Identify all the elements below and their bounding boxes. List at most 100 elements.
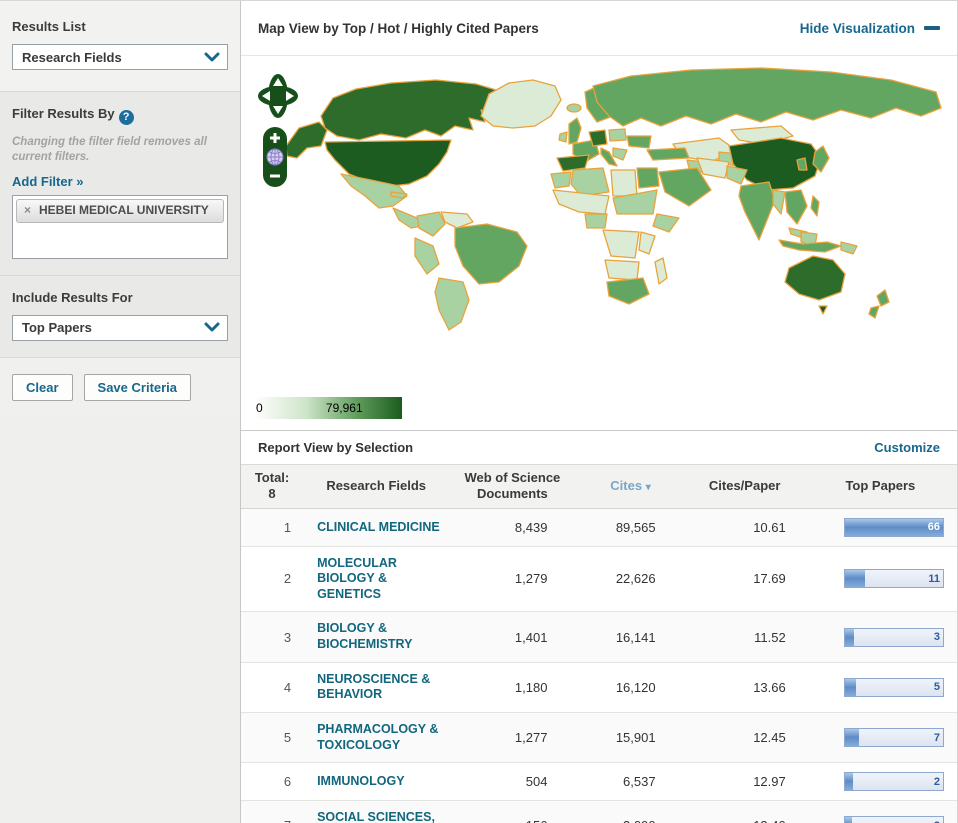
save-criteria-button[interactable]: Save Criteria bbox=[84, 374, 192, 401]
country-algeria bbox=[571, 168, 609, 196]
field-cell: NEUROSCIENCE & BEHAVIOR bbox=[303, 662, 449, 712]
table-row: 3BIOLOGY & BIOCHEMISTRY1,40116,14111.523 bbox=[241, 612, 957, 662]
column-top-papers[interactable]: Top Papers bbox=[804, 465, 957, 509]
country-egypt bbox=[637, 168, 659, 188]
country-ukraine bbox=[627, 136, 651, 148]
top-papers-value: 11 bbox=[928, 573, 940, 585]
filter-label: Filter Results By bbox=[12, 106, 115, 121]
top-papers-bar[interactable]: 11 bbox=[844, 569, 944, 588]
filter-tag[interactable]: × HEBEI MEDICAL UNIVERSITY bbox=[16, 199, 224, 224]
country-south-africa bbox=[607, 278, 649, 304]
country-new-zealand-south bbox=[869, 306, 879, 318]
clear-button[interactable]: Clear bbox=[12, 374, 73, 401]
research-field-link[interactable]: NEUROSCIENCE & BEHAVIOR bbox=[317, 672, 445, 703]
documents-value: 504 bbox=[449, 763, 575, 801]
filter-note: Changing the filter field removes all cu… bbox=[12, 135, 228, 165]
research-field-link[interactable]: SOCIAL SCIENCES, GENERAL bbox=[317, 810, 445, 823]
top-papers-bar-fill bbox=[845, 773, 853, 790]
chevron-down-icon bbox=[204, 322, 220, 333]
map-pan-control[interactable] bbox=[257, 72, 299, 120]
cites-per-paper-value: 12.97 bbox=[686, 763, 804, 801]
table-row: 1CLINICAL MEDICINE8,43989,56510.6166 bbox=[241, 508, 957, 546]
country-alaska bbox=[286, 122, 327, 158]
region-southern-africa bbox=[605, 260, 639, 280]
results-list-dropdown[interactable]: Research Fields bbox=[12, 44, 228, 70]
report-table-body: 1CLINICAL MEDICINE8,43989,56510.61662MOL… bbox=[241, 508, 957, 823]
choropleth-map bbox=[241, 56, 951, 430]
top-papers-bar-fill bbox=[845, 729, 859, 746]
top-papers-bar[interactable]: 2 bbox=[844, 816, 944, 823]
map-view-title: Map View by Top / Hot / Highly Cited Pap… bbox=[258, 21, 539, 36]
hide-visualization-link[interactable]: Hide Visualization bbox=[800, 21, 940, 36]
top-papers-cell: 66 bbox=[804, 508, 957, 546]
map-header: Map View by Top / Hot / Highly Cited Pap… bbox=[241, 1, 957, 56]
table-row: 4NEUROSCIENCE & BEHAVIOR1,18016,12013.66… bbox=[241, 662, 957, 712]
results-list-value: Research Fields bbox=[22, 50, 122, 65]
sort-descending-icon: ▾ bbox=[646, 482, 651, 493]
country-china bbox=[729, 138, 821, 190]
top-papers-value: 66 bbox=[928, 521, 940, 533]
report-view-title: Report View by Selection bbox=[258, 440, 413, 455]
top-papers-value: 7 bbox=[934, 732, 940, 744]
help-icon[interactable]: ? bbox=[119, 110, 134, 125]
results-list-section: Results List Research Fields bbox=[0, 1, 240, 91]
field-cell: IMMUNOLOGY bbox=[303, 763, 449, 801]
esi-app: Results List Research Fields Filter Resu… bbox=[0, 0, 958, 823]
documents-value: 8,439 bbox=[449, 508, 575, 546]
top-papers-bar[interactable]: 7 bbox=[844, 728, 944, 747]
country-colombia bbox=[417, 212, 445, 236]
research-field-link[interactable]: CLINICAL MEDICINE bbox=[317, 520, 440, 536]
sidebar: Results List Research Fields Filter Resu… bbox=[0, 1, 241, 823]
region-indochina bbox=[785, 190, 807, 224]
cites-per-paper-value: 11.52 bbox=[686, 612, 804, 662]
table-row: 2MOLECULAR BIOLOGY & GENETICS1,27922,626… bbox=[241, 546, 957, 612]
country-nigeria bbox=[585, 214, 607, 228]
cites-value: 89,565 bbox=[575, 508, 685, 546]
cites-per-paper-value: 13.40 bbox=[686, 801, 804, 823]
research-field-link[interactable]: BIOLOGY & BIOCHEMISTRY bbox=[317, 621, 445, 652]
column-wos-documents[interactable]: Web of Science Documents bbox=[449, 465, 575, 509]
cites-value: 15,901 bbox=[575, 712, 685, 762]
map-zoom-control[interactable] bbox=[262, 126, 288, 188]
row-rank: 2 bbox=[241, 546, 303, 612]
world-map[interactable]: 0 79,961 bbox=[241, 56, 957, 430]
top-papers-bar-fill bbox=[845, 817, 852, 823]
column-cites-per-paper[interactable]: Cites/Paper bbox=[686, 465, 804, 509]
top-papers-cell: 11 bbox=[804, 546, 957, 612]
research-field-link[interactable]: MOLECULAR BIOLOGY & GENETICS bbox=[317, 556, 445, 603]
filter-tag-label: HEBEI MEDICAL UNIVERSITY bbox=[39, 203, 209, 217]
top-papers-cell: 7 bbox=[804, 712, 957, 762]
customize-link[interactable]: Customize bbox=[874, 440, 940, 455]
top-papers-bar[interactable]: 66 bbox=[844, 518, 944, 537]
country-turkey bbox=[647, 148, 689, 160]
country-canada bbox=[321, 80, 509, 140]
row-rank: 4 bbox=[241, 662, 303, 712]
cites-value: 2,090 bbox=[575, 801, 685, 823]
top-papers-cell: 3 bbox=[804, 612, 957, 662]
total-count-header: Total: 8 bbox=[241, 465, 303, 509]
chevron-down-icon bbox=[204, 52, 220, 63]
add-filter-link[interactable]: Add Filter » bbox=[12, 174, 84, 189]
region-balkans bbox=[613, 148, 627, 160]
remove-filter-icon[interactable]: × bbox=[24, 203, 31, 219]
country-germany bbox=[589, 130, 607, 146]
country-ethiopia bbox=[653, 214, 679, 232]
research-field-link[interactable]: PHARMACOLOGY & TOXICOLOGY bbox=[317, 722, 445, 753]
research-field-link[interactable]: IMMUNOLOGY bbox=[317, 774, 405, 790]
top-papers-cell: 2 bbox=[804, 763, 957, 801]
documents-value: 1,277 bbox=[449, 712, 575, 762]
field-cell: MOLECULAR BIOLOGY & GENETICS bbox=[303, 546, 449, 612]
legend-min-value: 0 bbox=[256, 401, 263, 415]
include-results-dropdown[interactable]: Top Papers bbox=[12, 315, 228, 341]
top-papers-bar[interactable]: 2 bbox=[844, 772, 944, 791]
table-row: 7SOCIAL SCIENCES, GENERAL1562,09013.402 bbox=[241, 801, 957, 823]
results-list-label: Results List bbox=[12, 19, 228, 34]
top-papers-cell: 5 bbox=[804, 662, 957, 712]
column-research-fields[interactable]: Research Fields bbox=[303, 465, 449, 509]
report-header: Report View by Selection Customize bbox=[241, 430, 957, 464]
country-australia bbox=[785, 256, 845, 300]
column-cites-sorted[interactable]: Cites ▾ bbox=[575, 465, 685, 509]
top-papers-bar[interactable]: 5 bbox=[844, 678, 944, 697]
top-papers-bar[interactable]: 3 bbox=[844, 628, 944, 647]
include-results-section: Include Results For Top Papers bbox=[0, 275, 240, 357]
